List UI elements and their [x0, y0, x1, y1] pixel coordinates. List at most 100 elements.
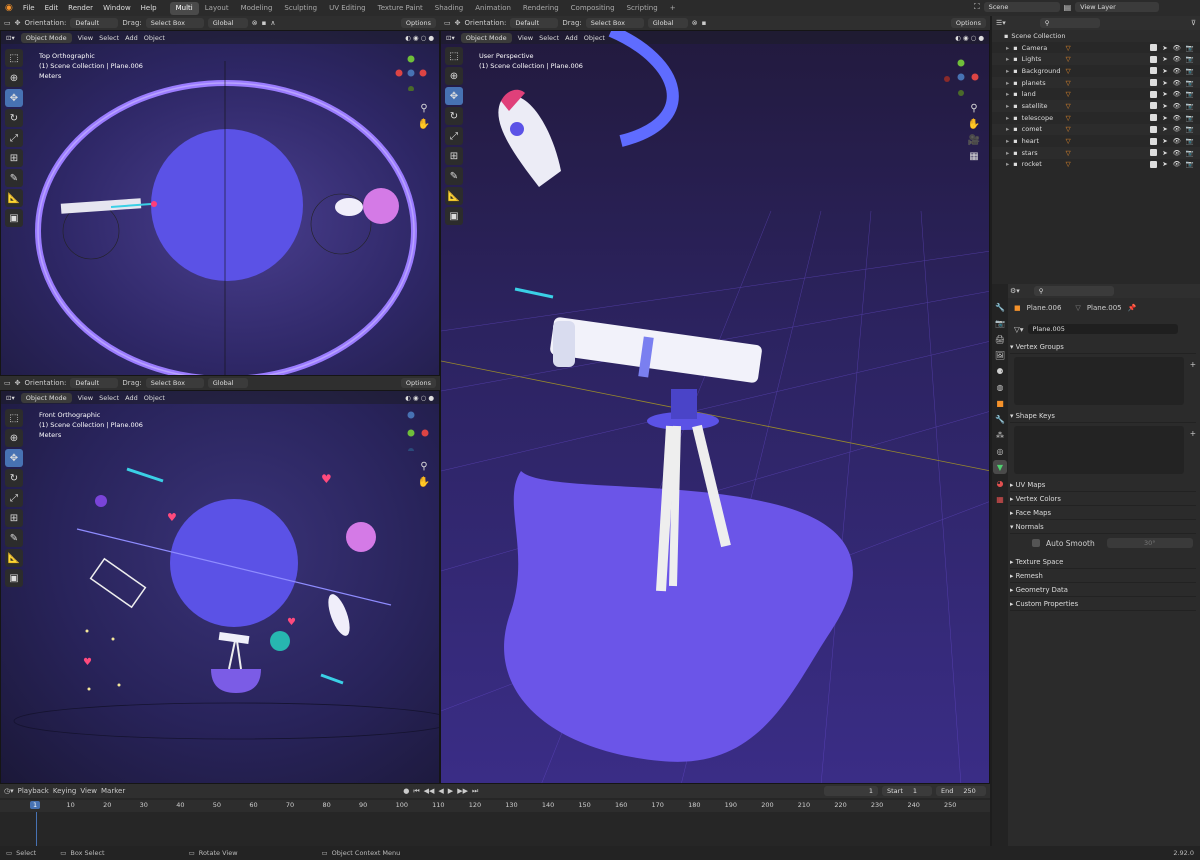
- pan-hand-icon[interactable]: ✋: [417, 477, 431, 491]
- render-camera-icon[interactable]: 📷: [1186, 79, 1194, 87]
- transform-icon[interactable]: ✥: [15, 379, 21, 387]
- visibility-icon[interactable]: 👁: [1173, 44, 1181, 52]
- menu-edit[interactable]: Edit: [40, 4, 64, 12]
- outliner-item-planets[interactable]: ▸ ▪ planets ▽ ➤ 👁 📷: [992, 76, 1200, 89]
- outliner-item-comet[interactable]: ▸ ▪ comet ▽ ➤ 👁 📷: [992, 123, 1200, 136]
- navigation-gizmo[interactable]: [391, 411, 431, 454]
- include-checkbox[interactable]: [1150, 125, 1158, 133]
- snap-icon[interactable]: ▪: [702, 19, 707, 27]
- viewport-front-ortho[interactable]: ⊡▾ Object Mode View Select Add Object ◐ …: [0, 390, 440, 784]
- include-checkbox[interactable]: [1150, 67, 1158, 75]
- include-checkbox[interactable]: [1150, 44, 1158, 52]
- menu-keying[interactable]: Keying: [53, 787, 77, 795]
- outliner-item-rocket[interactable]: ▸ ▪ rocket ▽ ➤ 👁 📷: [992, 159, 1200, 171]
- expand-icon[interactable]: ▸: [1006, 137, 1009, 145]
- menu-file[interactable]: File: [18, 4, 40, 12]
- physics-tab-icon[interactable]: ◎: [993, 444, 1007, 458]
- visibility-icon[interactable]: 👁: [1173, 90, 1181, 98]
- select-icon[interactable]: ➤: [1162, 137, 1167, 145]
- panel-custom-properties[interactable]: ▸ Custom Properties: [1010, 598, 1196, 611]
- transform-icon[interactable]: ✥: [455, 19, 461, 27]
- visibility-icon[interactable]: 👁: [1173, 102, 1181, 110]
- transform-orientation-dropdown[interactable]: Global: [207, 378, 248, 388]
- include-checkbox[interactable]: [1150, 160, 1158, 168]
- include-checkbox[interactable]: [1150, 90, 1158, 98]
- pivot-icon[interactable]: ⊗: [252, 19, 258, 27]
- expand-icon[interactable]: ▸: [1006, 102, 1009, 110]
- zoom-icon[interactable]: ⚲: [967, 103, 981, 117]
- outliner-item-telescope[interactable]: ▸ ▪ telescope ▽ ➤ 👁 📷: [992, 112, 1200, 124]
- select-icon[interactable]: ➤: [1162, 160, 1167, 168]
- menu-playback[interactable]: Playback: [18, 787, 49, 795]
- render-camera-icon[interactable]: 📷: [1186, 149, 1194, 157]
- material-tab-icon[interactable]: ◕: [993, 476, 1007, 490]
- workspace-tab-layout[interactable]: Layout: [199, 2, 235, 15]
- current-frame-field[interactable]: 1: [824, 786, 878, 796]
- menu-marker[interactable]: Marker: [101, 787, 125, 795]
- playhead[interactable]: [36, 812, 37, 846]
- options-button[interactable]: Options: [400, 18, 436, 28]
- output-tab-icon[interactable]: 🖨: [993, 332, 1007, 346]
- visibility-icon[interactable]: 👁: [1173, 160, 1181, 168]
- visibility-icon[interactable]: 👁: [1173, 79, 1181, 87]
- view-layer-selector[interactable]: View Layer: [1075, 2, 1160, 12]
- drag-dropdown[interactable]: Select Box: [585, 18, 644, 28]
- include-checkbox[interactable]: [1150, 55, 1158, 63]
- add-vertex-group-button[interactable]: +: [1190, 360, 1196, 369]
- workspace-tab-rendering[interactable]: Rendering: [517, 2, 565, 15]
- camera-view-icon[interactable]: 🎥: [967, 135, 981, 149]
- render-camera-icon[interactable]: 📷: [1186, 125, 1194, 133]
- panel-vertex-colors[interactable]: ▸ Vertex Colors: [1010, 493, 1196, 506]
- menu-view[interactable]: View: [80, 787, 97, 795]
- select-icon[interactable]: ➤: [1162, 114, 1167, 122]
- visibility-icon[interactable]: 👁: [1173, 67, 1181, 75]
- render-camera-icon[interactable]: 📷: [1186, 67, 1194, 75]
- panel-shape-keys[interactable]: ▾ Shape Keys: [1010, 410, 1196, 423]
- include-checkbox[interactable]: [1150, 149, 1158, 157]
- panel-texture-space[interactable]: ▸ Texture Space: [1010, 556, 1196, 569]
- render-camera-icon[interactable]: 📷: [1186, 114, 1194, 122]
- orientation-dropdown[interactable]: Default: [70, 378, 119, 388]
- world-tab-icon[interactable]: ◍: [993, 380, 1007, 394]
- tool-tab-icon[interactable]: 🔧: [993, 300, 1007, 314]
- expand-icon[interactable]: ▸: [1006, 90, 1009, 98]
- properties-search-input[interactable]: ⚲: [1033, 286, 1114, 296]
- prev-key-icon[interactable]: ◀◀: [424, 787, 435, 795]
- select-tool-icon[interactable]: ▭: [444, 19, 451, 27]
- select-icon[interactable]: ➤: [1162, 67, 1167, 75]
- menu-help[interactable]: Help: [136, 4, 162, 12]
- expand-icon[interactable]: ▸: [1006, 160, 1009, 168]
- pivot-icon[interactable]: ⊗: [692, 19, 698, 27]
- outliner-item-land[interactable]: ▸ ▪ land ▽ ➤ 👁 📷: [992, 88, 1200, 100]
- include-checkbox[interactable]: [1150, 137, 1158, 145]
- render-camera-icon[interactable]: 📷: [1186, 137, 1194, 145]
- panel-uv-maps[interactable]: ▸ UV Maps: [1010, 479, 1196, 492]
- add-shape-key-button[interactable]: +: [1190, 429, 1196, 438]
- add-workspace-icon[interactable]: +: [664, 2, 682, 15]
- outliner-item-camera[interactable]: ▸ ▪ Camera ▽ ➤ 👁 📷: [992, 42, 1200, 54]
- scene-tab-icon[interactable]: ⚈: [993, 364, 1007, 378]
- workspace-tab-scripting[interactable]: Scripting: [621, 2, 664, 15]
- workspace-tab-sculpting[interactable]: Sculpting: [278, 2, 323, 15]
- include-checkbox[interactable]: [1150, 79, 1158, 87]
- include-checkbox[interactable]: [1150, 102, 1158, 110]
- select-icon[interactable]: ➤: [1162, 55, 1167, 63]
- drag-dropdown[interactable]: Select Box: [145, 378, 204, 388]
- workspace-tab-compositing[interactable]: Compositing: [565, 2, 621, 15]
- pin-icon[interactable]: 📌: [1128, 304, 1137, 312]
- editor-type-icon[interactable]: ☰▾: [996, 19, 1006, 27]
- render-camera-icon[interactable]: 📷: [1186, 90, 1194, 98]
- visibility-icon[interactable]: 👁: [1173, 149, 1181, 157]
- scene-selector[interactable]: Scene: [983, 2, 1060, 12]
- expand-icon[interactable]: ▸: [1006, 67, 1009, 75]
- next-key-icon[interactable]: ▶▶: [457, 787, 468, 795]
- jump-end-icon[interactable]: ⏭: [472, 787, 478, 796]
- render-camera-icon[interactable]: 📷: [1186, 102, 1194, 110]
- panel-remesh[interactable]: ▸ Remesh: [1010, 570, 1196, 583]
- panel-vertex-groups[interactable]: ▾ Vertex Groups: [1010, 341, 1196, 354]
- visibility-icon[interactable]: 👁: [1173, 137, 1181, 145]
- snap-icon[interactable]: ▪: [262, 19, 267, 27]
- select-tool-icon[interactable]: ▭: [4, 379, 11, 387]
- data-tab-icon[interactable]: ▼: [993, 460, 1007, 474]
- expand-icon[interactable]: ▸: [1006, 79, 1009, 87]
